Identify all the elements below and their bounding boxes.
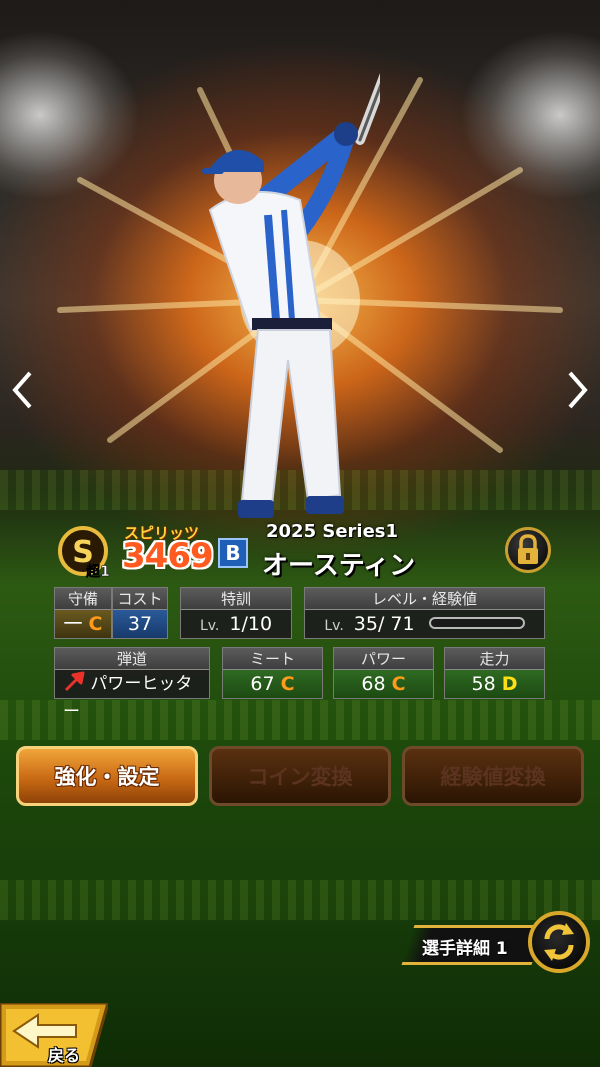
series-label: 2025 Series1 [266,521,399,542]
rank-badge: S 超1 [58,526,110,578]
cost-value: 37 [113,610,167,638]
exp-exchange-button[interactable]: 経験値変換 [402,746,584,806]
defense-label: 守備 [55,588,111,610]
power-box: パワー 68 C [333,647,434,699]
trajectory-box: 弾道 パワーヒッター [54,647,210,722]
enhance-settings-button[interactable]: 強化・設定 [16,746,198,806]
lock-icon [518,534,538,564]
rank-sub: 超1 [85,563,110,578]
meet-label: ミート [223,648,322,670]
defense-grade: C [88,613,103,635]
speed-grade: D [501,673,518,695]
player-name: オースティン [262,551,416,581]
trajectory-label: 弾道 [55,648,209,670]
defense-box: 守備 一 C [54,587,112,639]
coin-exchange-button[interactable]: コイン変換 [209,746,391,806]
team-logo: B [218,538,248,568]
level-box: レベル・経験値 Lv. 35/ 71 [304,587,545,639]
chevron-right-icon [568,371,588,409]
meet-value-row: 67 C [223,670,322,698]
player-illustration [202,73,380,518]
speed-label: 走力 [445,648,544,670]
level-label: レベル・経験値 [305,588,544,610]
grass-stripe [0,880,600,920]
level-lv-prefix: Lv. [324,618,344,634]
player-detail-button[interactable]: 選手詳細 1 [422,934,508,959]
cost-label: コスト [113,588,167,610]
speed-value-row: 58 D [445,670,544,698]
cost-box: コスト 37 [112,587,168,639]
level-current: 35 [353,613,378,635]
grass-stripe [0,700,600,740]
swap-button[interactable] [528,911,590,973]
speed-box: 走力 58 D [444,647,545,699]
meet-box: ミート 67 C [222,647,323,699]
meet-grade: C [280,673,295,695]
arrow-up-right-icon [64,671,85,692]
back-label: 戻る [48,1046,81,1065]
exp-bar [428,616,525,629]
level-max: 71 [390,613,415,635]
training-lv-prefix: Lv. [199,618,220,634]
power-value-row: 68 C [334,670,433,698]
defense-value: 一 [63,613,83,635]
next-player-button[interactable] [560,370,596,414]
power-label: パワー [334,648,433,670]
trajectory-value-row: パワーヒッター [55,670,209,722]
training-value-row: Lv. 1/10 [181,610,291,638]
training-box: 特訓 Lv. 1/10 [180,587,292,639]
training-value: 1/10 [229,613,273,635]
meet-value: 67 [250,673,275,695]
swap-icon [544,923,574,961]
level-value-row: Lv. 35/ 71 [305,610,544,638]
power-grade: C [391,673,406,695]
chevron-left-icon [12,371,32,409]
speed-value: 58 [471,673,496,695]
spirits-value: 3469 [122,536,214,576]
level-separator: / [377,613,385,635]
training-label: 特訓 [181,588,291,610]
prev-player-button[interactable] [4,370,40,414]
power-value: 68 [361,673,386,695]
defense-value-row: 一 C [55,610,111,638]
lock-button[interactable] [505,527,551,573]
